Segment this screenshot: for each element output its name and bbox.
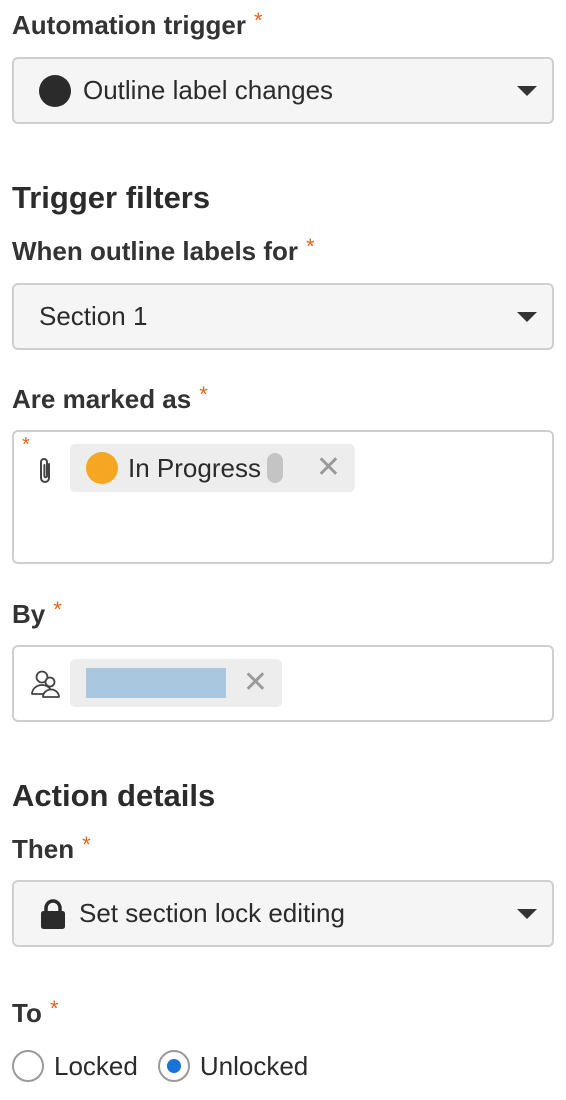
to-label-text: To xyxy=(12,998,42,1028)
are-marked-as-field[interactable]: * In Progress ✕ xyxy=(12,430,554,564)
required-marker: * xyxy=(82,832,91,857)
locked-radio[interactable] xyxy=(12,1050,44,1082)
action-details-heading: Action details xyxy=(12,778,216,813)
automation-trigger-label-text: Automation trigger xyxy=(12,10,246,40)
trigger-filters-heading: Trigger filters xyxy=(12,180,211,215)
users-icon xyxy=(30,669,62,704)
unlocked-radio[interactable] xyxy=(157,1050,190,1082)
chevron-down-icon xyxy=(517,908,537,919)
required-marker: * xyxy=(49,996,59,1021)
required-marker: * xyxy=(199,382,208,407)
required-marker: * xyxy=(53,597,62,622)
then-action-value: Set section lock editing xyxy=(79,898,345,928)
required-marker: * xyxy=(254,8,263,33)
remove-chip-icon[interactable]: ✕ xyxy=(243,668,268,698)
automation-trigger-value: Outline label changes xyxy=(83,75,334,105)
then-action-select[interactable]: Set section lock editing xyxy=(12,880,554,947)
when-outline-labels-label: When outline labels for * xyxy=(12,234,315,267)
automation-trigger-label: Automation trigger * xyxy=(12,8,263,41)
label-chip: In Progress ✕ xyxy=(70,444,355,492)
paperclip-icon xyxy=(34,456,56,491)
then-label: Then * xyxy=(12,832,91,865)
automation-trigger-select[interactable]: Outline label changes xyxy=(12,57,554,124)
remove-chip-icon[interactable]: ✕ xyxy=(316,453,341,483)
by-label: By * xyxy=(12,597,62,630)
lock-state-radio-group: Locked Unlocked xyxy=(12,1050,328,1082)
when-outline-labels-label-text: When outline labels for xyxy=(12,236,299,266)
chevron-down-icon xyxy=(517,85,537,96)
are-marked-as-label-text: Are marked as xyxy=(12,384,192,414)
circle-icon xyxy=(39,74,71,107)
locked-radio-label[interactable]: Locked xyxy=(54,1051,138,1082)
when-outline-labels-value: Section 1 xyxy=(39,301,148,331)
required-marker: * xyxy=(306,234,315,259)
label-chip-text: In Progress xyxy=(128,452,261,483)
status-dot-icon xyxy=(86,452,118,484)
are-marked-as-label: Are marked as * xyxy=(12,382,208,415)
lock-icon xyxy=(39,898,67,930)
by-field[interactable]: ✕ xyxy=(12,645,554,722)
unlocked-radio-label[interactable]: Unlocked xyxy=(200,1051,308,1082)
by-label-text: By xyxy=(12,599,46,629)
redacted-user-name xyxy=(86,668,226,698)
user-chip: ✕ xyxy=(70,659,282,707)
pill-icon xyxy=(266,453,283,483)
when-outline-labels-select[interactable]: Section 1 xyxy=(12,283,554,350)
chevron-down-icon xyxy=(517,311,537,322)
required-marker: * xyxy=(22,434,30,456)
to-label: To * xyxy=(12,996,59,1029)
then-label-text: Then xyxy=(12,834,75,864)
